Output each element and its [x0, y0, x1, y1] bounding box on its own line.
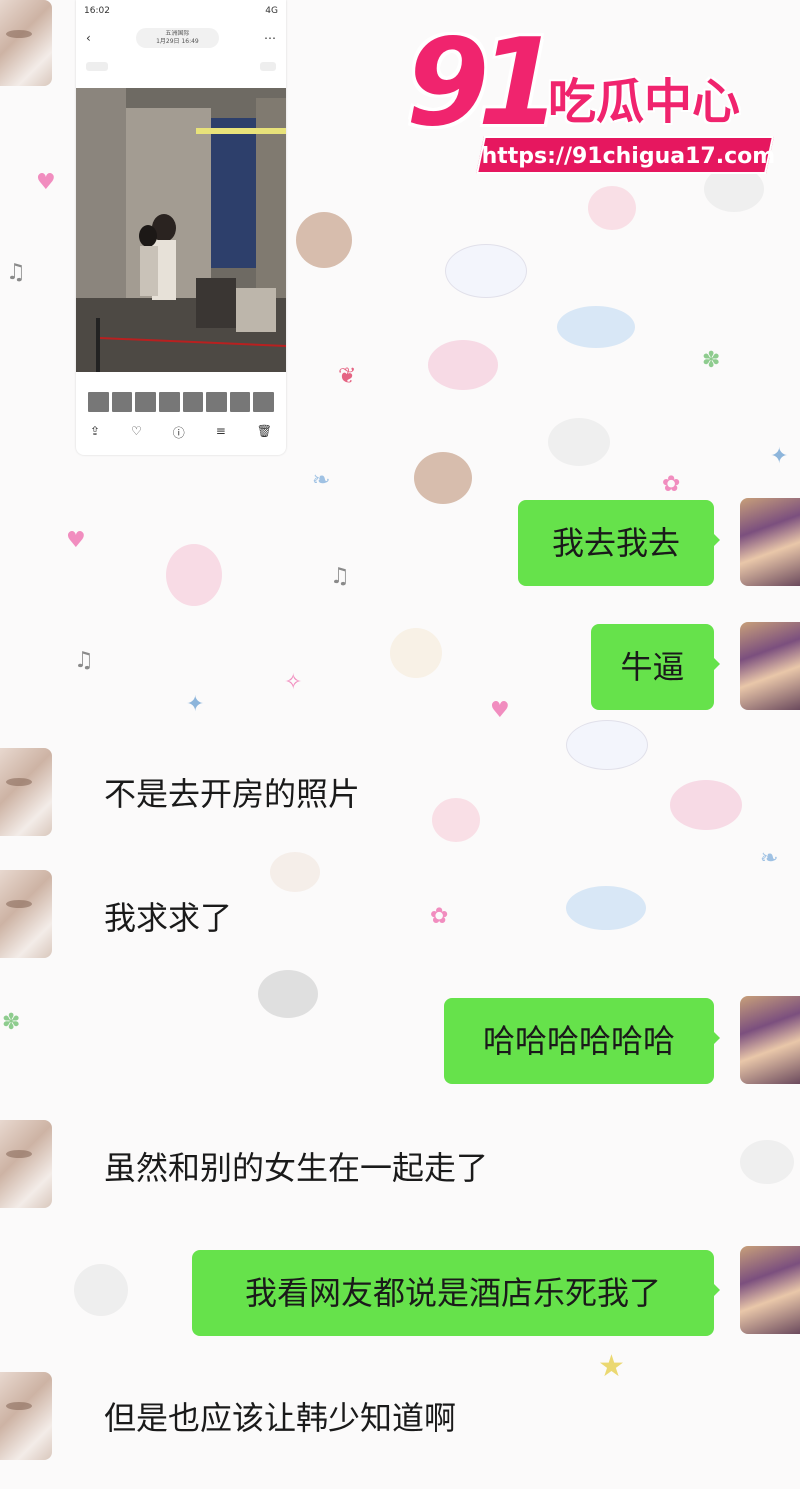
fish-icon: ❧	[760, 846, 779, 871]
sparkle-icon: ✦	[186, 692, 205, 717]
my-avatar[interactable]	[740, 498, 800, 586]
screenshot-thumbnail-strip	[88, 392, 274, 412]
contact-avatar[interactable]	[0, 1372, 52, 1460]
screenshot-status-time: 16:02	[84, 6, 110, 16]
contact-avatar[interactable]	[0, 748, 52, 836]
hotel-lobby-photo	[76, 88, 286, 372]
my-avatar[interactable]	[740, 1246, 800, 1334]
share-icon: ⇪	[90, 424, 101, 438]
screenshot-nav-title-line2: 1月29日 16:49	[156, 38, 199, 45]
music-note-icon: ♫	[330, 564, 350, 589]
outgoing-message[interactable]: 我看网友都说是酒店乐死我了	[192, 1250, 720, 1336]
logo-url: https://91chigua17.com	[481, 144, 776, 169]
fish-icon: ❧	[312, 468, 331, 493]
incoming-message[interactable]: 不是去开房的照片	[104, 778, 360, 810]
bunny-sticker	[445, 244, 527, 298]
bunny-sticker	[566, 886, 646, 930]
screenshot-toolbar: ⇪ ♡ ⓘ ≡ 🗑	[90, 424, 272, 441]
logo-number: 91	[406, 14, 561, 153]
favorite-icon: ♡	[131, 424, 142, 438]
thumbnail	[253, 392, 274, 412]
bunny-sticker	[566, 720, 648, 770]
thumbnail	[206, 392, 227, 412]
bunny-sticker	[557, 306, 635, 348]
thumbnail	[229, 392, 251, 412]
screenshot-tag-right	[260, 62, 276, 71]
thumbnail	[111, 392, 133, 412]
sparkle-icon: ✦	[770, 444, 789, 469]
outgoing-message[interactable]: 哈哈哈哈哈哈	[444, 998, 720, 1084]
thumbnail	[158, 392, 180, 412]
heart-icon: ♥	[36, 170, 56, 195]
menu-icon: ≡	[215, 424, 226, 438]
heart-icon: ♥	[490, 698, 510, 723]
cherry-icon: ❦	[338, 364, 357, 389]
logo-url-banner: https://91chigua17.com	[475, 136, 776, 174]
thumbnail	[135, 392, 156, 412]
more-icon: ⋯	[264, 31, 276, 45]
info-icon: ⓘ	[172, 426, 185, 440]
thumbnail	[182, 392, 204, 412]
cat-sticker	[270, 852, 320, 892]
back-icon: ‹	[86, 31, 91, 45]
bunny-sticker	[166, 544, 222, 606]
heart-icon: ♥	[66, 528, 86, 553]
outgoing-message[interactable]: 牛逼	[591, 624, 720, 710]
penguin-sticker	[74, 1264, 128, 1316]
watermark-logo: 91 吃瓜中心 https://91chigua17.com	[400, 24, 780, 178]
incoming-message[interactable]: 我求求了	[104, 902, 232, 934]
music-note-icon: ♫	[6, 260, 26, 285]
screenshot-status-bar: 16:02 4G	[84, 6, 278, 20]
screenshot-nav-title: 五洲国际 1月29日 16:49	[136, 28, 219, 48]
logo-text: 吃瓜中心	[548, 74, 741, 130]
screenshot-status-signal: 4G	[265, 6, 278, 16]
flower-icon: ✿	[662, 472, 681, 497]
star-icon: ★	[598, 1349, 625, 1384]
cat-sticker	[390, 628, 442, 678]
paw-icon: ✽	[702, 348, 721, 373]
screenshot-tags	[86, 62, 276, 71]
music-note-icon: ♫	[74, 648, 94, 673]
pig-sticker	[670, 780, 742, 830]
panda-sticker	[740, 1140, 794, 1184]
screenshot-photo	[76, 88, 286, 372]
contact-avatar[interactable]	[0, 870, 52, 958]
my-avatar[interactable]	[740, 996, 800, 1084]
incoming-message[interactable]: 虽然和别的女生在一起走了	[104, 1152, 488, 1184]
photo-screenshot[interactable]: 16:02 4G ‹ 五洲国际 1月29日 16:49 ⋯ ⇪ ♡ ⓘ ≡ 🗑	[76, 0, 286, 455]
contact-avatar[interactable]	[0, 1120, 52, 1208]
screenshot-nav-title-line1: 五洲国际	[165, 30, 190, 37]
contact-avatar[interactable]	[0, 0, 52, 86]
pig-sticker	[428, 340, 498, 390]
outgoing-message[interactable]: 我去我去	[518, 500, 720, 586]
koala-sticker	[258, 970, 318, 1018]
sparkle-icon: ✧	[284, 670, 303, 695]
thumbnail	[88, 392, 109, 412]
flower-icon: ✿	[430, 904, 449, 929]
screenshot-nav-bar: ‹ 五洲国际 1月29日 16:49 ⋯	[76, 24, 286, 52]
incoming-message[interactable]: 但是也应该让韩少知道啊	[104, 1402, 456, 1434]
bear-sticker	[414, 452, 472, 504]
bear-sticker	[296, 212, 352, 268]
screenshot-tag-left	[86, 62, 108, 71]
trash-icon: 🗑	[256, 424, 272, 438]
apple-sticker	[432, 798, 480, 842]
my-avatar[interactable]	[740, 622, 800, 710]
panda-sticker	[548, 418, 610, 466]
paw-icon: ✽	[2, 1010, 21, 1035]
apple-sticker	[588, 186, 636, 230]
